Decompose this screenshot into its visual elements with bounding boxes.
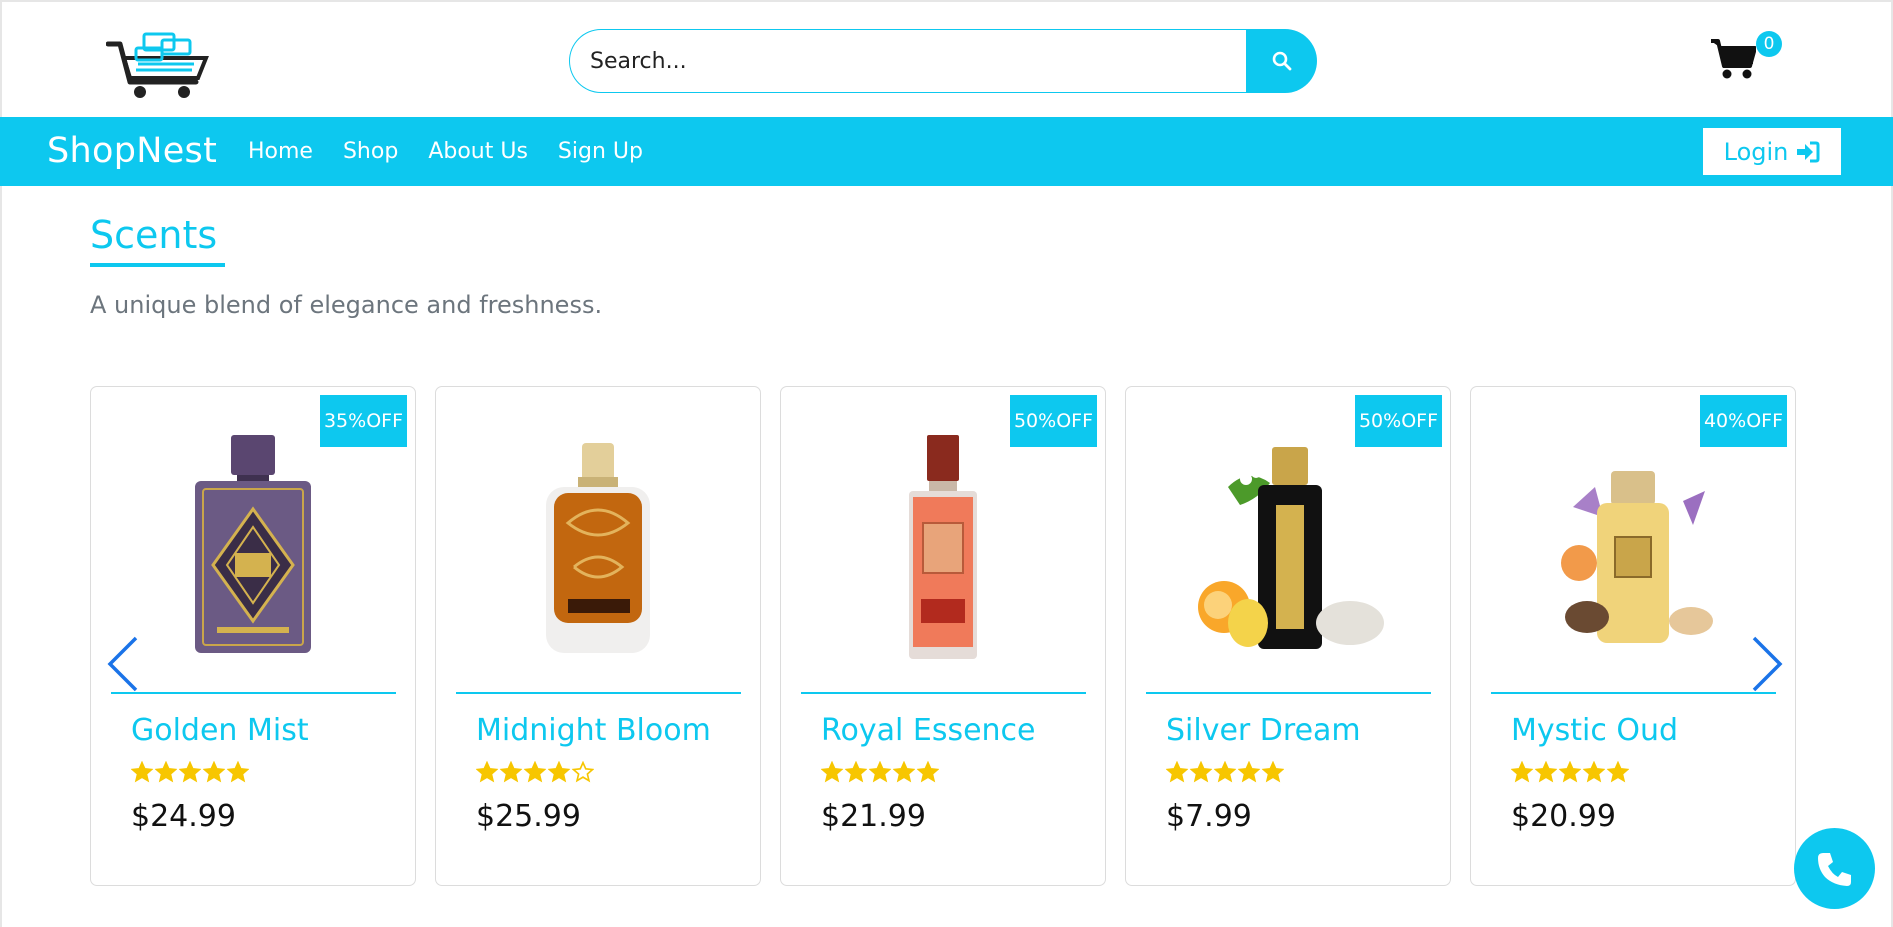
star-icon — [1607, 761, 1629, 783]
star-icon — [155, 761, 177, 783]
product-price: $21.99 — [821, 799, 926, 834]
product-image[interactable] — [1178, 427, 1398, 662]
card-divider — [1146, 692, 1431, 694]
sign-in-icon — [1797, 141, 1820, 162]
star-icon — [917, 761, 939, 783]
star-icon — [893, 761, 915, 783]
product-price: $20.99 — [1511, 799, 1616, 834]
search-button[interactable] — [1246, 29, 1317, 93]
star-icon — [1214, 761, 1236, 783]
star-icon — [845, 761, 867, 783]
product-name[interactable]: Mystic Oud — [1511, 713, 1678, 748]
login-label: Login — [1723, 137, 1789, 166]
cart-icon[interactable] — [1710, 38, 1756, 80]
card-divider — [1491, 692, 1776, 694]
rating-stars — [476, 761, 594, 783]
search-input[interactable] — [569, 29, 1246, 93]
star-icon — [203, 761, 225, 783]
product-name[interactable]: Royal Essence — [821, 713, 1036, 748]
product-price: $24.99 — [131, 799, 236, 834]
star-icon — [1583, 761, 1605, 783]
nav-links: Home Shop About Us Sign Up — [248, 117, 643, 186]
product-name[interactable]: Golden Mist — [131, 713, 309, 748]
card-divider — [801, 692, 1086, 694]
chevron-left-icon[interactable] — [104, 634, 144, 694]
star-icon — [1238, 761, 1260, 783]
shopping-cart-logo[interactable] — [106, 30, 212, 100]
search-icon — [1272, 51, 1291, 71]
product-image[interactable] — [1523, 427, 1743, 662]
product-name[interactable]: Midnight Bloom — [476, 713, 711, 748]
product-card[interactable]: 50%OFF Silver Dream $7.99 — [1125, 386, 1451, 886]
star-icon — [179, 761, 201, 783]
nav-link-shop[interactable]: Shop — [343, 139, 398, 164]
star-icon — [1511, 761, 1533, 783]
login-button[interactable]: Login — [1703, 128, 1841, 175]
star-icon — [524, 761, 546, 783]
rating-stars — [821, 761, 939, 783]
page-border — [0, 186, 2, 927]
card-divider — [111, 692, 396, 694]
star-icon — [821, 761, 843, 783]
star-icon — [131, 761, 153, 783]
card-divider — [456, 692, 741, 694]
star-icon — [476, 761, 498, 783]
rating-stars — [131, 761, 249, 783]
rating-stars — [1511, 761, 1629, 783]
section-subtitle: A unique blend of elegance and freshness… — [90, 291, 603, 319]
product-image[interactable] — [143, 427, 363, 662]
nav-link-home[interactable]: Home — [248, 139, 313, 164]
nav-link-sign-up[interactable]: Sign Up — [558, 139, 643, 164]
rating-stars — [1166, 761, 1284, 783]
product-image[interactable] — [488, 427, 708, 662]
product-name[interactable]: Silver Dream — [1166, 713, 1361, 748]
title-underline — [90, 263, 225, 267]
nav-link-about-us[interactable]: About Us — [428, 139, 528, 164]
product-price: $25.99 — [476, 799, 581, 834]
star-icon — [227, 761, 249, 783]
star-icon — [1535, 761, 1557, 783]
brand-name[interactable]: ShopNest — [47, 131, 217, 171]
star-icon — [500, 761, 522, 783]
section-title: Scents — [90, 213, 218, 257]
star-icon — [1190, 761, 1212, 783]
product-image[interactable] — [833, 427, 1053, 662]
phone-icon — [1817, 852, 1851, 886]
star-icon — [1166, 761, 1188, 783]
chevron-right-icon[interactable] — [1746, 634, 1786, 694]
product-card[interactable]: 50%OFF Royal Essence $21.99 — [780, 386, 1106, 886]
star-icon — [1262, 761, 1284, 783]
search-bar — [569, 29, 1317, 93]
call-button[interactable] — [1794, 828, 1875, 909]
star-icon — [1559, 761, 1581, 783]
star-icon — [869, 761, 891, 783]
top-header: 0 — [0, 0, 1893, 117]
star-icon — [548, 761, 570, 783]
navbar: ShopNest Home Shop About Us Sign Up Logi… — [0, 117, 1893, 186]
star-outline-icon — [572, 761, 594, 783]
cart-count-badge: 0 — [1756, 31, 1782, 57]
product-card[interactable]: Midnight Bloom $25.99 — [435, 386, 761, 886]
product-price: $7.99 — [1166, 799, 1252, 834]
